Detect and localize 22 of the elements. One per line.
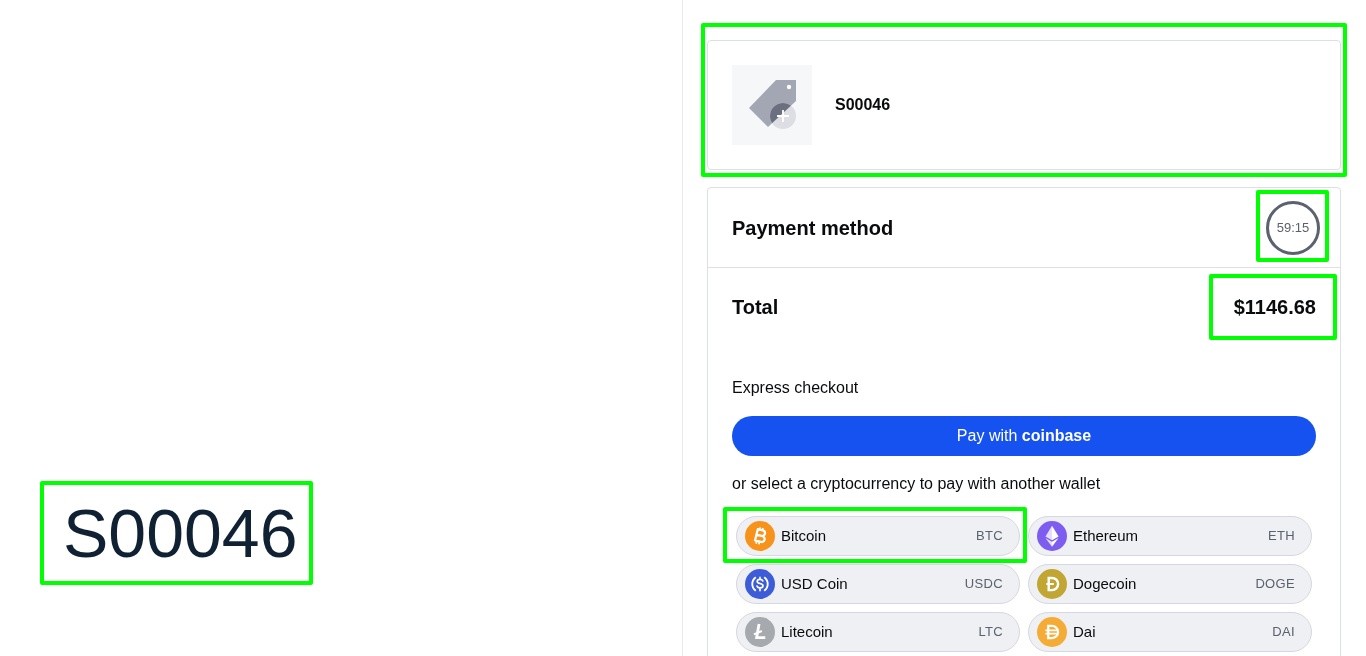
currency-option[interactable]: Dai DAI <box>1028 612 1312 652</box>
currency-option[interactable]: USD Coin USDC <box>736 564 1020 604</box>
product-name: S00046 <box>835 95 891 115</box>
currency-option[interactable]: Ethereum ETH <box>1028 516 1312 556</box>
pay-button[interactable]: Pay with coinbase <box>732 416 1316 456</box>
litecoin-icon <box>745 617 775 647</box>
total-amount: $1146.68 <box>1233 295 1316 320</box>
currency-option[interactable]: Litecoin LTC <box>736 612 1020 652</box>
section-title: Payment method <box>732 215 894 241</box>
dogecoin-icon <box>1037 569 1067 599</box>
dollar-coin-icon <box>745 569 775 599</box>
currency-option[interactable]: Dogecoin DOGE <box>1028 564 1312 604</box>
total-label: Total <box>732 295 779 320</box>
countdown-timer: 59:15 <box>1266 200 1320 255</box>
wallet-prompt: or select a cryptocurrency to pay with another wallet <box>732 474 1102 494</box>
dai-icon <box>1037 617 1067 647</box>
bitcoin-icon <box>745 521 775 551</box>
section-label: Express checkout <box>732 378 860 398</box>
price-tag-icon <box>732 65 812 145</box>
currency-option[interactable]: Bitcoin BTC <box>736 516 1020 556</box>
order-number: S00046 <box>63 499 298 567</box>
ethereum-icon <box>1037 521 1067 551</box>
